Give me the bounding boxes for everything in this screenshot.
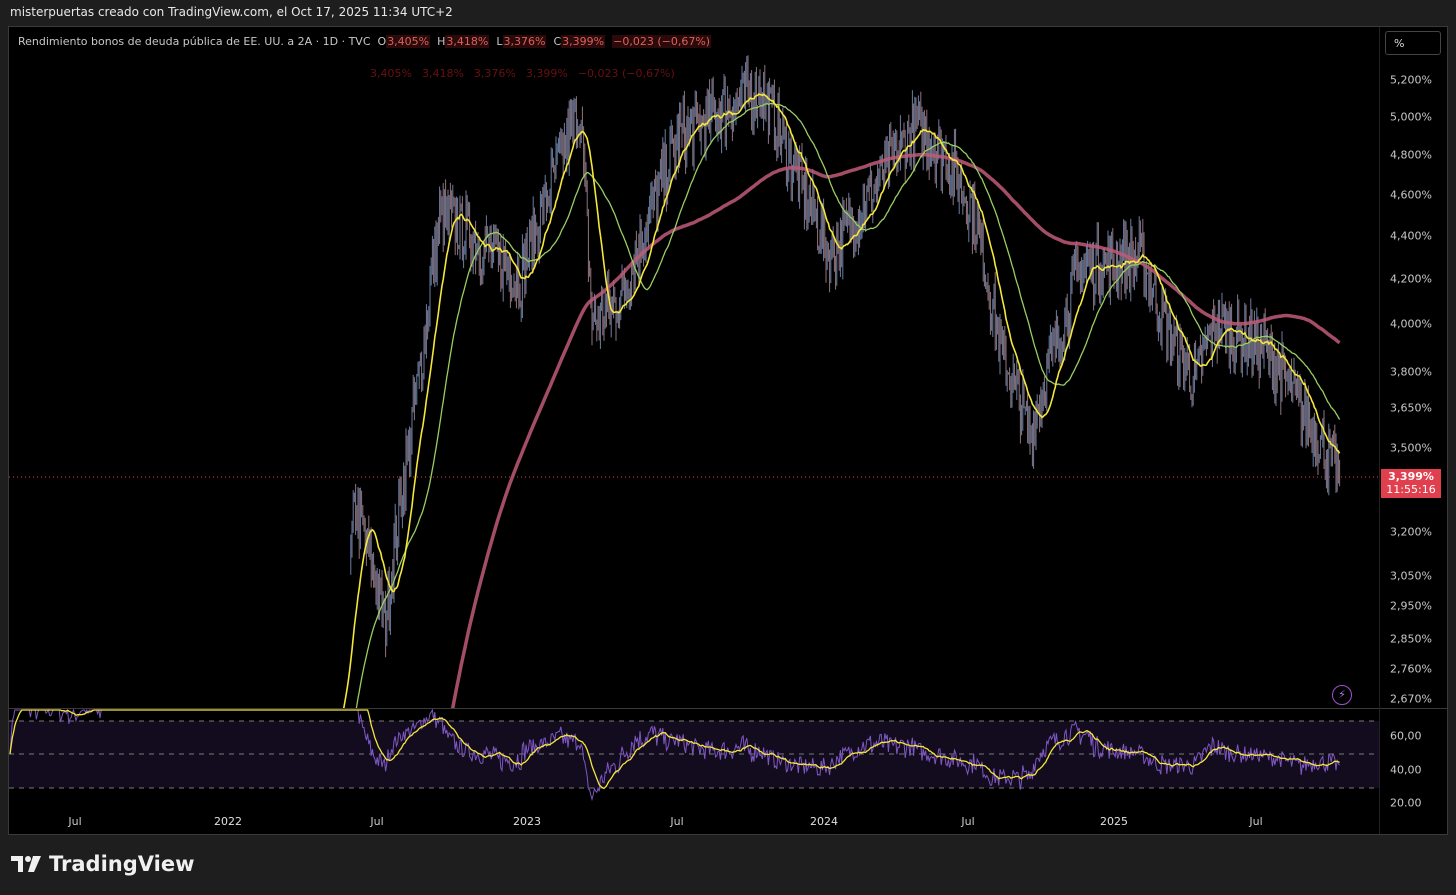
tradingview-logo-icon: [11, 856, 41, 872]
price-tick-label: 4,200%: [1390, 272, 1432, 286]
ghost-value: 3,399%: [525, 67, 568, 80]
ghost-value: −0,023 (−0,67%): [577, 67, 675, 80]
lightning-icon[interactable]: ⚡: [1332, 685, 1352, 705]
ghost-value: 3,376%: [473, 67, 516, 80]
price-tick-label: 3,800%: [1390, 365, 1432, 379]
price-tick-label: 2,670%: [1390, 692, 1432, 706]
time-tick-label: Jul: [1249, 815, 1263, 828]
last-price: 3,399%: [1388, 470, 1434, 483]
bar-countdown: 11:55:16: [1386, 483, 1436, 496]
high-value: 3,418%: [445, 35, 490, 48]
legend-ghost: 3,405% 3,418% 3,376% 3,399% −0,023 (−0,67%): [370, 67, 685, 80]
price-tick-label: 2,950%: [1390, 599, 1432, 613]
rsi-tick-label: 40,00: [1390, 763, 1422, 777]
symbol-legend: Rendimiento bonos de deuda pública de EE…: [18, 35, 712, 48]
ma-50-line: [355, 102, 1341, 708]
open-value: 3,405%: [386, 35, 431, 48]
time-tick-label: Jul: [670, 815, 684, 828]
price-tick-label: 4,400%: [1390, 229, 1432, 243]
ma-20-line: [342, 93, 1341, 708]
rsi-tick-label: 60,00: [1390, 729, 1422, 743]
tradingview-logo: TradingView: [11, 852, 194, 876]
price-tick-label: 4,600%: [1390, 188, 1432, 202]
rsi-tick-label: 20.00: [1390, 796, 1422, 810]
close-label: C: [553, 35, 562, 48]
price-tick-label: 2,760%: [1390, 662, 1432, 676]
percent-scale-button[interactable]: %: [1385, 31, 1441, 55]
brand-name: TradingView: [49, 852, 195, 876]
time-tick-label: Jul: [68, 815, 82, 828]
change-value: −0,023 (−0,67%): [612, 35, 712, 48]
low-label: L: [496, 35, 503, 48]
price-tick-label: 3,050%: [1390, 569, 1432, 583]
price-tick-label: 4,000%: [1390, 317, 1432, 331]
time-tick-label: Jul: [961, 815, 975, 828]
time-tick-label: Jul: [370, 815, 384, 828]
price-tick-label: 5,200%: [1390, 73, 1432, 87]
time-tick-label: 2022: [214, 815, 242, 828]
close-value: 3,399%: [561, 35, 606, 48]
time-tick-label: 2024: [810, 815, 838, 828]
price-tick-label: 3,500%: [1390, 441, 1432, 455]
price-tick-label: 4,800%: [1390, 148, 1432, 162]
price-tick-label: 3,650%: [1390, 401, 1432, 415]
price-tick-label: 2,850%: [1390, 632, 1432, 646]
time-tick-label: 2023: [513, 815, 541, 828]
symbol-title: Rendimiento bonos de deuda pública de EE…: [18, 35, 371, 48]
low-value: 3,376%: [502, 35, 547, 48]
time-tick-label: 2025: [1100, 815, 1128, 828]
ghost-value: 3,405%: [370, 67, 412, 80]
price-tick-label: 5,000%: [1390, 110, 1432, 124]
ghost-value: 3,418%: [421, 67, 464, 80]
open-label: O: [377, 35, 387, 48]
price-tick-label: 3,200%: [1390, 525, 1432, 539]
chart-canvas[interactable]: [0, 0, 1456, 895]
last-price-badge: 3,399% 11:55:16: [1381, 469, 1441, 498]
